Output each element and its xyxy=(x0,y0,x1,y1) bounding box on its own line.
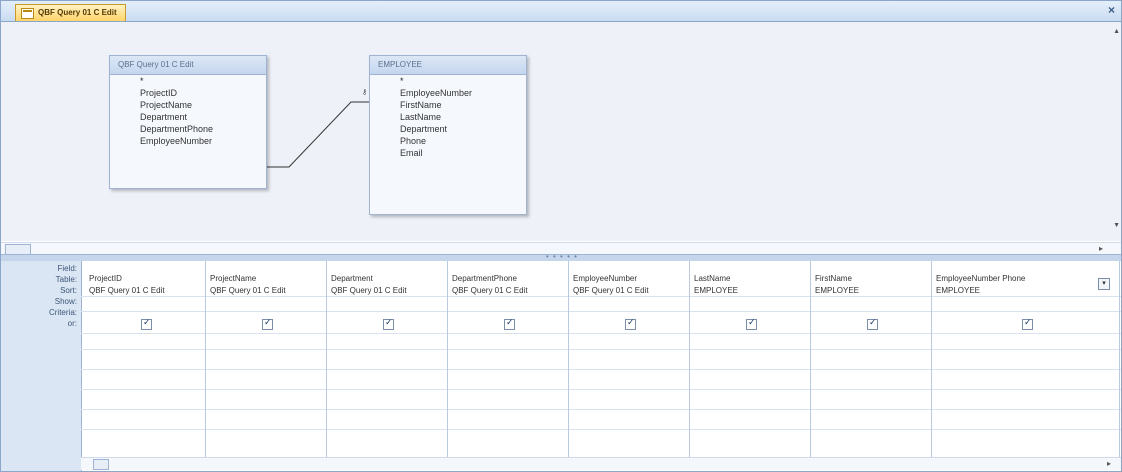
field-item-label: EmployeeNumber xyxy=(400,88,473,98)
grid-row-labels: Field: Table: Sort: Show: Criteria: or: xyxy=(1,261,82,471)
row-label-field: Field: xyxy=(57,264,77,273)
grid-field-cell[interactable]: ProjectName xyxy=(210,274,256,283)
grid-column[interactable]: EmployeeNumber Phone EMPLOYEE xyxy=(932,261,1120,457)
grid-table-cell[interactable]: QBF Query 01 C Edit xyxy=(452,286,528,295)
grid-field-cell[interactable]: ProjectID xyxy=(89,274,122,283)
show-checkbox[interactable] xyxy=(141,317,152,330)
field-item[interactable]: Department xyxy=(110,111,266,123)
query-design-window: QBF Query 01 C Edit × QBF Query 01 C Edi… xyxy=(0,0,1122,472)
grid-column[interactable]: EmployeeNumber QBF Query 01 C Edit xyxy=(569,261,690,457)
grid-table-cell[interactable]: QBF Query 01 C Edit xyxy=(573,286,649,295)
field-list-employee[interactable]: EMPLOYEE * ⚷ EmployeeNumber FirstName La… xyxy=(362,55,527,215)
grid-column[interactable]: LastName EMPLOYEE xyxy=(690,261,811,457)
show-checkbox[interactable] xyxy=(504,317,515,330)
show-checkbox[interactable] xyxy=(1022,317,1033,330)
table-pane[interactable]: QBF Query 01 C Edit * ProjectID ProjectN… xyxy=(1,22,1121,241)
grid-column[interactable]: Department QBF Query 01 C Edit xyxy=(327,261,448,457)
dropdown-arrow-icon[interactable]: ▾ xyxy=(1098,278,1110,290)
show-checkbox[interactable] xyxy=(625,317,636,330)
grid-field-cell[interactable]: EmployeeNumber xyxy=(573,274,637,283)
row-label-or: or: xyxy=(67,319,77,328)
grip-icon: • • • • • xyxy=(546,252,578,261)
scroll-thumb[interactable] xyxy=(93,459,109,470)
field-item[interactable]: Department xyxy=(370,123,526,135)
field-item[interactable]: DepartmentPhone xyxy=(110,123,266,135)
grid-field-cell[interactable]: FirstName xyxy=(815,274,852,283)
scroll-up-icon[interactable]: ▲ xyxy=(1113,28,1120,35)
field-item[interactable]: Email xyxy=(370,147,526,159)
row-label-table: Table: xyxy=(55,275,77,284)
show-checkbox[interactable] xyxy=(262,317,273,330)
close-icon[interactable]: × xyxy=(1108,4,1115,16)
primary-key-icon: ⚷ xyxy=(362,89,368,96)
show-checkbox[interactable] xyxy=(867,317,878,330)
grid-table-cell[interactable]: EMPLOYEE xyxy=(815,286,859,295)
field-list-query[interactable]: QBF Query 01 C Edit * ProjectID ProjectN… xyxy=(109,55,267,189)
field-all-star[interactable]: * xyxy=(110,75,266,87)
scroll-right-icon[interactable]: ▸ xyxy=(1107,459,1111,468)
grid-table-cell[interactable]: EMPLOYEE xyxy=(694,286,738,295)
grid-field-cell[interactable]: LastName xyxy=(694,274,730,283)
field-item[interactable]: ProjectName xyxy=(110,99,266,111)
field-item[interactable]: Phone xyxy=(370,135,526,147)
row-label-show: Show: xyxy=(54,297,77,306)
grid-table-cell[interactable]: QBF Query 01 C Edit xyxy=(210,286,286,295)
upper-vertical-scrollbar[interactable]: ▲ ▼ xyxy=(1111,22,1121,241)
grid-field-cell[interactable]: EmployeeNumber Phone xyxy=(936,274,1025,283)
scroll-down-icon[interactable]: ▼ xyxy=(1113,222,1120,229)
grid-table-cell[interactable]: QBF Query 01 C Edit xyxy=(331,286,407,295)
query-icon xyxy=(21,8,34,19)
field-item-key[interactable]: ⚷ EmployeeNumber xyxy=(362,87,526,99)
field-list-title[interactable]: EMPLOYEE xyxy=(370,56,526,75)
tab-query-design[interactable]: QBF Query 01 C Edit xyxy=(15,4,126,21)
grid-column[interactable]: FirstName EMPLOYEE xyxy=(811,261,932,457)
show-checkbox[interactable] xyxy=(383,317,394,330)
field-item[interactable]: LastName xyxy=(370,111,526,123)
field-item[interactable]: FirstName xyxy=(370,99,526,111)
field-list-title[interactable]: QBF Query 01 C Edit xyxy=(110,56,266,75)
grid-table-cell[interactable]: EMPLOYEE xyxy=(936,286,980,295)
field-item[interactable]: ProjectID xyxy=(110,87,266,99)
grid-field-cell[interactable]: Department xyxy=(331,274,373,283)
grid-column[interactable]: ProjectName QBF Query 01 C Edit xyxy=(206,261,327,457)
grid-column[interactable]: ProjectID QBF Query 01 C Edit xyxy=(85,261,206,457)
row-label-sort: Sort: xyxy=(60,286,77,295)
grid-column[interactable]: DepartmentPhone QBF Query 01 C Edit xyxy=(448,261,569,457)
scroll-right-icon[interactable]: ▸ xyxy=(1099,244,1103,253)
document-tab-strip: QBF Query 01 C Edit × xyxy=(1,1,1121,22)
field-all-star[interactable]: * xyxy=(370,75,526,87)
show-checkbox[interactable] xyxy=(746,317,757,330)
grid-field-cell[interactable]: DepartmentPhone xyxy=(452,274,517,283)
field-item[interactable]: EmployeeNumber xyxy=(110,135,266,147)
row-label-criteria: Criteria: xyxy=(48,308,77,317)
design-grid: Field: Table: Sort: Show: Criteria: or: … xyxy=(1,261,1121,471)
tab-label: QBF Query 01 C Edit xyxy=(38,8,117,17)
grid-table-cell[interactable]: QBF Query 01 C Edit xyxy=(89,286,165,295)
grid-horizontal-scrollbar[interactable]: ▸ xyxy=(81,457,1121,470)
